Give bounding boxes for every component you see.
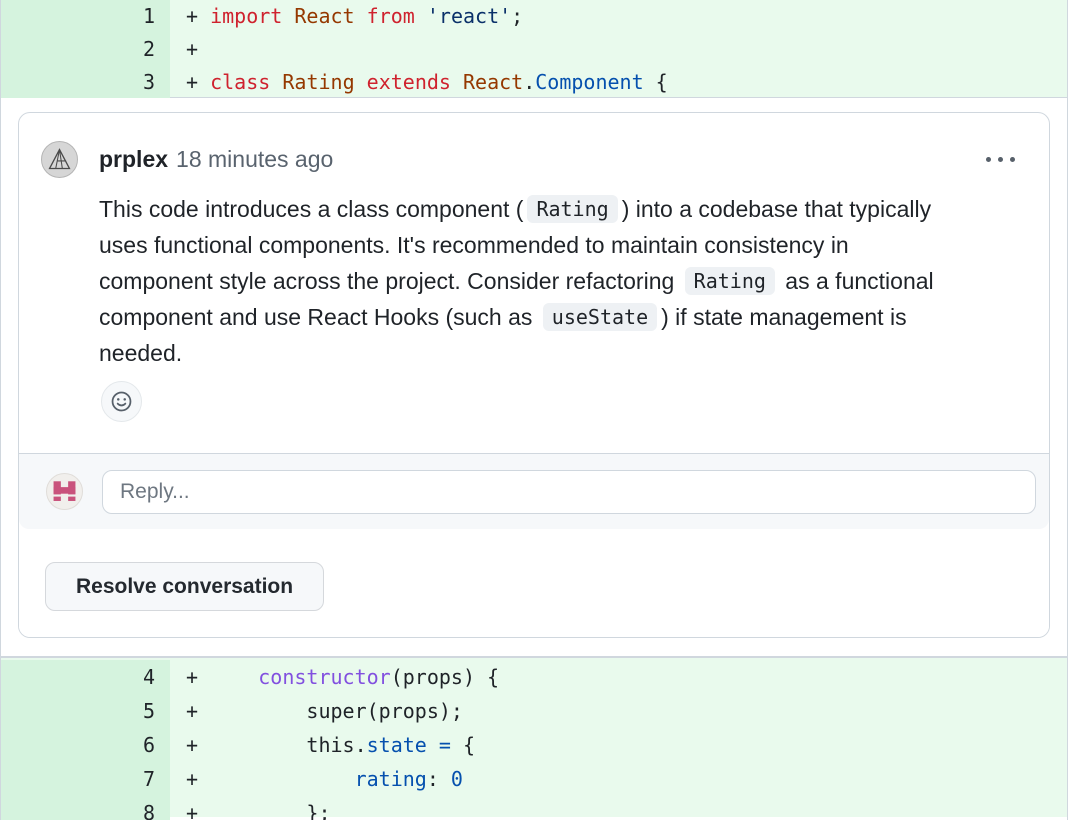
comment-body-line: component and use React Hooks (such as u… xyxy=(99,299,1019,335)
kebab-menu-button[interactable] xyxy=(982,149,1019,170)
code-line: + constructor(props) { xyxy=(170,665,1067,689)
card-footer: Resolve conversation xyxy=(19,529,1049,637)
comment-body-text: This code introduces a class component (… xyxy=(99,191,1019,371)
diff-code-section-bottom: 4+ constructor(props) {5+ super(props);6… xyxy=(1,657,1067,817)
comment-text: needed. xyxy=(99,340,182,367)
smiley-icon xyxy=(109,389,134,414)
author-avatar[interactable] xyxy=(41,141,78,178)
triangle-logo-icon xyxy=(42,141,77,178)
review-comment-row: prplex 18 minutes ago This code introduc… xyxy=(1,98,1067,657)
resolve-conversation-button[interactable]: Resolve conversation xyxy=(45,562,324,611)
comment-body-line: This code introduces a class component (… xyxy=(99,191,1019,227)
author-username[interactable]: prplex xyxy=(99,146,168,173)
diff-addition-row: 2+ xyxy=(1,33,1067,66)
kebab-dot-icon xyxy=(986,157,991,162)
line-number[interactable]: 3 xyxy=(1,65,170,98)
diff-code-section-top: 1+ import React from 'react';2+3+ class … xyxy=(1,0,1067,98)
code-line: + rating: 0 xyxy=(170,767,1067,791)
line-number[interactable]: 2 xyxy=(1,33,170,66)
comment-body-line: needed. xyxy=(99,335,1019,371)
code-line: + class Rating extends React.Component { xyxy=(170,70,1067,94)
code-line: + import React from 'react'; xyxy=(170,4,1067,28)
code-line: + super(props); xyxy=(170,699,1067,723)
reply-input[interactable] xyxy=(102,470,1036,514)
comment-text: component and use React Hooks (such as xyxy=(99,304,539,331)
reply-section xyxy=(19,453,1049,529)
diff-addition-row: 3+ class Rating extends React.Component … xyxy=(1,65,1067,98)
comment-timestamp: 18 minutes ago xyxy=(176,146,333,173)
diff-addition-row: 5+ super(props); xyxy=(1,694,1067,728)
diff-addition-row: 8+ }; xyxy=(1,796,1067,820)
line-number[interactable]: 8 xyxy=(1,796,170,820)
comment-text: This code introduces a class component ( xyxy=(99,196,523,223)
line-number[interactable]: 5 xyxy=(1,694,170,728)
pixel-h-logo-icon xyxy=(47,473,82,510)
kebab-dot-icon xyxy=(998,157,1003,162)
comment-header: prplex 18 minutes ago xyxy=(41,141,1019,178)
review-comment-card: prplex 18 minutes ago This code introduc… xyxy=(18,112,1050,638)
code-line: + }; xyxy=(170,801,1067,820)
comment-body-line: component style across the project. Cons… xyxy=(99,263,1019,299)
comment-body-line: uses functional components. It's recomme… xyxy=(99,227,1019,263)
line-number[interactable]: 7 xyxy=(1,762,170,796)
inline-code-chip: Rating xyxy=(527,195,617,223)
comment-text: uses functional components. It's recomme… xyxy=(99,232,849,259)
line-number[interactable]: 6 xyxy=(1,728,170,762)
code-line: + this.state = { xyxy=(170,733,1067,757)
diff-addition-row: 4+ constructor(props) { xyxy=(1,660,1067,694)
comment-text: ) if state management is xyxy=(661,304,906,331)
pr-review-thread-page: 1+ import React from 'react';2+3+ class … xyxy=(0,0,1068,820)
inline-code-chip: Rating xyxy=(685,267,775,295)
diff-addition-row: 7+ rating: 0 xyxy=(1,762,1067,796)
code-line: + xyxy=(170,37,1067,61)
inline-code-chip: useState xyxy=(543,303,657,331)
diff-addition-row: 1+ import React from 'react'; xyxy=(1,0,1067,33)
kebab-dot-icon xyxy=(1010,157,1015,162)
current-user-avatar xyxy=(46,473,83,510)
emoji-reaction-button[interactable] xyxy=(101,381,142,422)
line-number[interactable]: 1 xyxy=(1,0,170,33)
diff-addition-row: 6+ this.state = { xyxy=(1,728,1067,762)
comment-text: as a functional xyxy=(779,268,934,295)
comment-main: prplex 18 minutes ago This code introduc… xyxy=(19,113,1049,422)
comment-text: ) into a codebase that typically xyxy=(622,196,931,223)
line-number[interactable]: 4 xyxy=(1,660,170,694)
comment-text: component style across the project. Cons… xyxy=(99,268,681,295)
